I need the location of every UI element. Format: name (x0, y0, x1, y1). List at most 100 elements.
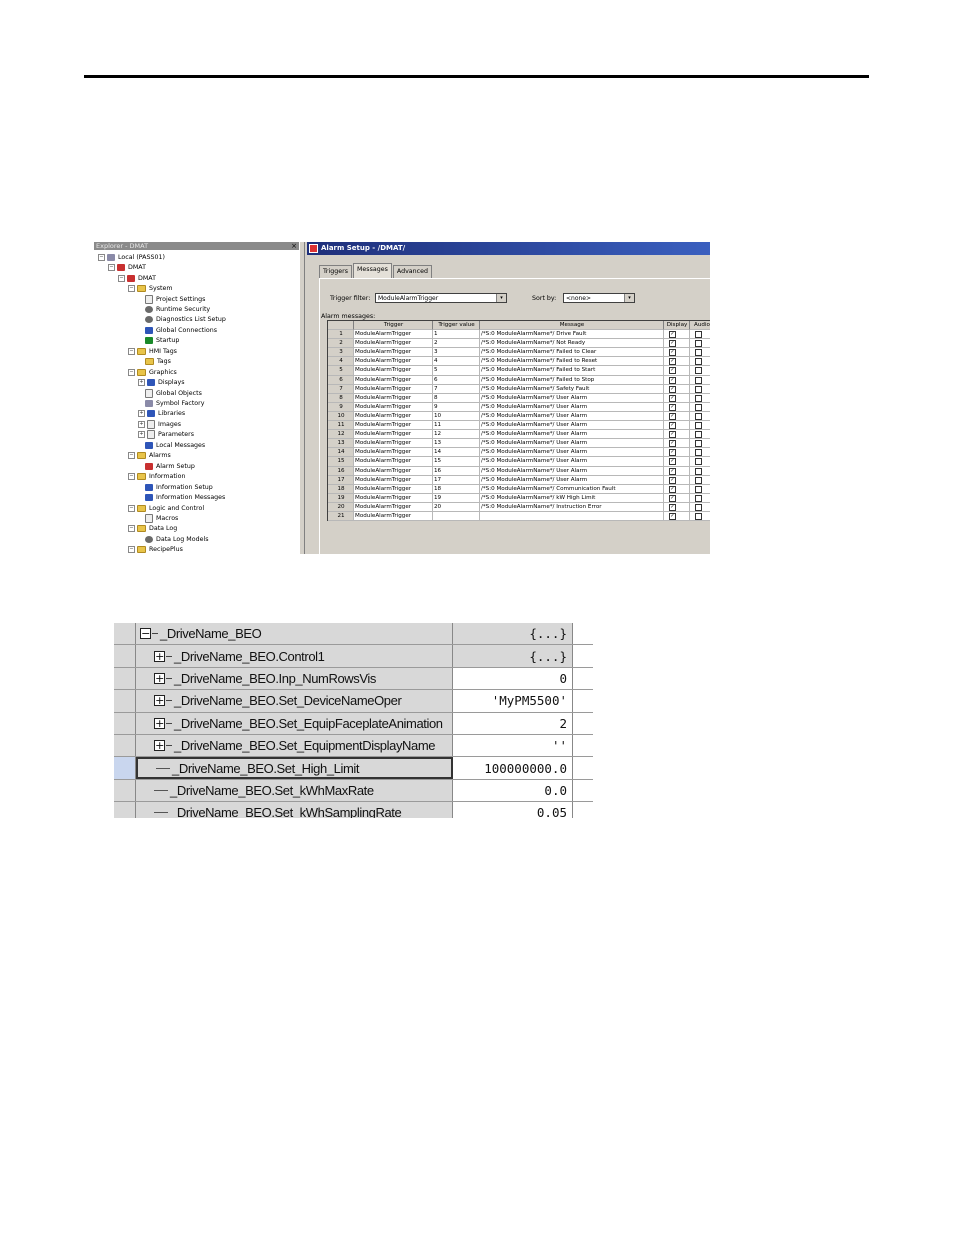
tree-item[interactable]: Symbol Factory (138, 398, 204, 408)
display-checkbox[interactable]: ✓ (669, 431, 676, 439)
message-cell[interactable]: /*S:0 ModuleAlarmName*/ Communication Fa… (480, 484, 664, 494)
table-row[interactable]: 17 ModuleAlarmTrigger 17/*S:0 ModuleAlarmN… (328, 475, 710, 485)
display-checkbox[interactable]: ✓ (669, 385, 676, 393)
audio-checkbox[interactable] (695, 403, 702, 411)
row-header[interactable] (114, 757, 136, 779)
display-checkbox[interactable]: ✓ (669, 476, 676, 484)
table-row[interactable]: 2 ModuleAlarmTrigger 2/*S:0 ModuleAlarmNam… (328, 339, 710, 349)
trigger-cell[interactable]: ModuleAlarmTrigger (354, 384, 433, 394)
audio-checkbox[interactable] (695, 512, 702, 520)
message-cell[interactable]: /*S:0 ModuleAlarmName*/ Instruction Erro… (480, 502, 664, 512)
audio-checkbox[interactable] (695, 449, 702, 457)
display-checkbox[interactable]: ✓ (669, 412, 676, 420)
trigger-filter-dropdown[interactable]: ModuleAlarmTrigger ▾ (375, 293, 507, 303)
tree-item[interactable]: − Information (128, 471, 185, 481)
trigger-cell[interactable]: ModuleAlarmTrigger (354, 511, 433, 522)
expand-icon[interactable]: + (154, 695, 165, 707)
tree-item[interactable]: Tags (138, 357, 171, 367)
tag-name-cell[interactable]: + _DriveName_BEO.Set_EquipFaceplateAnimat… (136, 712, 453, 734)
table-row[interactable]: + _DriveName_BEO.Control1 {...} (114, 645, 593, 668)
trigger-cell[interactable]: ModuleAlarmTrigger (354, 475, 433, 485)
close-icon[interactable]: × (291, 242, 297, 250)
collapse-icon[interactable]: − (128, 546, 135, 554)
trigger-cell[interactable]: ModuleAlarmTrigger (354, 339, 433, 349)
audio-checkbox[interactable] (695, 358, 702, 366)
expand-icon[interactable]: + (138, 379, 145, 387)
trigger-cell[interactable]: ModuleAlarmTrigger (354, 430, 433, 440)
message-cell[interactable]: /*S:0 ModuleAlarmName*/ User Alarm (480, 402, 664, 412)
display-checkbox[interactable]: ✓ (669, 376, 676, 384)
row-header[interactable] (114, 802, 136, 818)
trigger-cell[interactable]: ModuleAlarmTrigger (354, 348, 433, 358)
value-cell[interactable]: 19 (433, 493, 480, 503)
display-checkbox[interactable]: ✓ (669, 349, 676, 357)
row-header[interactable] (114, 690, 136, 712)
row-header[interactable] (114, 735, 136, 757)
audio-checkbox[interactable] (695, 485, 702, 493)
table-row[interactable]: 12 ModuleAlarmTrigger 12/*S:0 ModuleAlarmN… (328, 430, 710, 440)
table-row[interactable]: 11 ModuleAlarmTrigger 11/*S:0 ModuleAlarmN… (328, 421, 710, 431)
value-cell[interactable]: 12 (433, 430, 480, 440)
tree-item[interactable]: − DMAT (108, 262, 146, 272)
table-row[interactable]: _DriveName_BEO.Set_High_Limit 100000000.0 (114, 757, 593, 780)
message-cell[interactable]: /*S:0 ModuleAlarmName*/ Failed to Start (480, 366, 664, 376)
audio-checkbox[interactable] (695, 458, 702, 466)
tree-item[interactable]: Startup (138, 336, 179, 346)
display-checkbox[interactable]: ✓ (669, 358, 676, 366)
collapse-icon[interactable]: − (128, 525, 135, 533)
display-checkbox[interactable]: ✓ (669, 367, 676, 375)
message-cell[interactable]: /*S:0 ModuleAlarmName*/ User Alarm (480, 430, 664, 440)
message-cell[interactable]: /*S:0 ModuleAlarmName*/ User Alarm (480, 475, 664, 485)
table-row[interactable]: 15 ModuleAlarmTrigger 15/*S:0 ModuleAlarmN… (328, 457, 710, 467)
display-checkbox[interactable]: ✓ (669, 494, 676, 502)
value-cell[interactable]: 17 (433, 475, 480, 485)
sort-by-dropdown[interactable]: <none> ▾ (563, 293, 635, 303)
row-header[interactable] (114, 645, 136, 667)
table-row[interactable]: + _DriveName_BEO.Set_EquipmentDisplayName… (114, 735, 593, 758)
audio-checkbox[interactable] (695, 331, 702, 339)
tab-messages[interactable]: Messages (353, 263, 392, 278)
tree-item[interactable]: Data Log Models (138, 534, 208, 544)
table-row[interactable]: 7 ModuleAlarmTrigger 7/*S:0 ModuleAlarmNam… (328, 384, 710, 394)
trigger-cell[interactable]: ModuleAlarmTrigger (354, 421, 433, 431)
tree-item[interactable]: − Data Log (128, 524, 177, 534)
table-row[interactable]: 13 ModuleAlarmTrigger 13/*S:0 ModuleAlarmN… (328, 439, 710, 449)
display-checkbox[interactable]: ✓ (669, 340, 676, 348)
tag-name-cell[interactable]: + _DriveName_BEO.Set_EquipmentDisplayName (136, 735, 453, 757)
message-cell[interactable]: /*S:0 ModuleAlarmName*/ User Alarm (480, 439, 664, 449)
value-cell[interactable]: 20 (433, 502, 480, 512)
display-checkbox[interactable]: ✓ (669, 512, 676, 520)
audio-checkbox[interactable] (695, 440, 702, 448)
display-checkbox[interactable]: ✓ (669, 440, 676, 448)
tree-item[interactable]: − System (128, 283, 172, 293)
expand-icon[interactable]: + (154, 740, 165, 752)
chevron-down-icon[interactable]: ▾ (496, 294, 506, 302)
tree-item[interactable]: + Images (138, 419, 181, 429)
trigger-cell[interactable]: ModuleAlarmTrigger (354, 366, 433, 376)
value-cell[interactable]: 8 (433, 393, 480, 403)
table-row[interactable]: 16 ModuleAlarmTrigger 16/*S:0 ModuleAlarmN… (328, 466, 710, 476)
display-checkbox[interactable]: ✓ (669, 403, 676, 411)
collapse-icon[interactable]: − (128, 504, 135, 512)
audio-checkbox[interactable] (695, 422, 702, 430)
tree-item[interactable]: − Logic and Control (128, 503, 204, 513)
message-cell[interactable]: /*S:0 ModuleAlarmName*/ kW High Limit (480, 493, 664, 503)
trigger-cell[interactable]: ModuleAlarmTrigger (354, 402, 433, 412)
row-header[interactable] (114, 623, 136, 645)
table-row[interactable]: 19 ModuleAlarmTrigger 19/*S:0 ModuleAlarmN… (328, 493, 710, 503)
message-cell[interactable]: /*S:0 ModuleAlarmName*/ Failed to Stop (480, 375, 664, 385)
value-cell[interactable]: 3 (433, 348, 480, 358)
audio-checkbox[interactable] (695, 503, 702, 511)
tag-name-cell[interactable]: _DriveName_BEO.Set_High_Limit (136, 757, 453, 779)
tag-name-cell[interactable]: + _DriveName_BEO.Set_DeviceNameOper (136, 690, 453, 712)
display-checkbox[interactable]: ✓ (669, 394, 676, 402)
display-checkbox[interactable]: ✓ (669, 467, 676, 475)
collapse-icon[interactable]: − (128, 285, 135, 293)
trigger-cell[interactable]: ModuleAlarmTrigger (354, 484, 433, 494)
table-row[interactable]: 21 ModuleAlarmTrigger ✓ (328, 511, 710, 522)
column-header[interactable]: Message (480, 321, 664, 331)
tab-advanced[interactable]: Advanced (392, 265, 432, 278)
table-row[interactable]: 3 ModuleAlarmTrigger 3/*S:0 ModuleAlarmNam… (328, 348, 710, 358)
audio-checkbox[interactable] (695, 431, 702, 439)
tree-item[interactable]: Global Connections (138, 325, 217, 335)
